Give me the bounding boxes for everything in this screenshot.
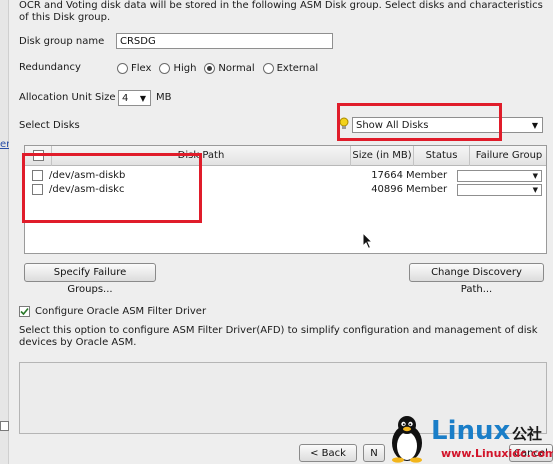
left-panel-edge <box>0 0 9 464</box>
redundancy-high-radio[interactable]: High <box>159 62 197 74</box>
radio-flex-indicator[interactable] <box>117 62 128 74</box>
select-disks-label: Select Disks <box>19 120 80 131</box>
col-size[interactable]: Size (in MB) <box>351 146 414 166</box>
radio-external-indicator[interactable] <box>262 62 274 74</box>
description-line-2: of this Disk group. <box>19 12 111 23</box>
afd-help-text: Select this option to configure ASM Filt… <box>19 325 549 349</box>
specify-failure-groups-button[interactable]: Specify Failure Groups... <box>24 263 156 295</box>
radio-high-indicator[interactable] <box>159 62 171 74</box>
left-panel-handle[interactable] <box>0 421 9 431</box>
afd-checkbox[interactable] <box>19 306 30 317</box>
redundancy-label: Redundancy <box>19 62 81 73</box>
back-button[interactable]: < Back <box>299 444 357 462</box>
watermark: Linux 公社 www.Linuxidc.com <box>381 414 553 464</box>
redundancy-high-label: High <box>173 62 197 74</box>
redundancy-external-label: External <box>276 62 319 74</box>
allocation-unit-select[interactable]: 4 ▼ <box>118 90 151 106</box>
redundancy-flex-label: Flex <box>131 62 152 74</box>
allocation-unit-value: 4 <box>122 92 129 104</box>
row-size: 40896 <box>371 184 403 195</box>
col-status[interactable]: Status <box>414 146 470 166</box>
row-failure-group-select[interactable]: ▼ <box>457 170 542 182</box>
watermark-brand: Linux <box>431 416 511 446</box>
mouse-pointer-icon <box>362 231 374 253</box>
chevron-down-icon[interactable]: ▼ <box>533 183 538 197</box>
annotation-box-disks <box>22 153 202 223</box>
afd-help-line-1: Select this option to configure ASM Filt… <box>19 325 538 336</box>
row-status: Member <box>406 170 448 181</box>
annotation-box-filter <box>337 103 502 141</box>
chevron-down-icon[interactable]: ▼ <box>533 169 538 183</box>
row-size: 17664 <box>371 170 403 181</box>
change-discovery-path-button[interactable]: Change Discovery Path... <box>409 263 544 295</box>
allocation-unit-mb: MB <box>156 92 172 103</box>
disk-group-name-input[interactable] <box>116 33 333 49</box>
tux-penguin-icon <box>392 416 422 463</box>
redundancy-flex-radio[interactable]: Flex <box>117 62 152 74</box>
chevron-down-icon[interactable]: ▼ <box>136 91 150 105</box>
watermark-cn: 公社 <box>512 425 543 443</box>
redundancy-radio-group: Flex High Normal External <box>117 61 326 75</box>
description-line-1: OCR and Voting disk data will be stored … <box>19 0 543 11</box>
disk-group-name-label: Disk group name <box>19 36 105 47</box>
row-failure-group-select[interactable]: ▼ <box>457 184 542 196</box>
left-panel-link[interactable]: er <box>0 139 9 151</box>
page-description: OCR and Voting disk data will be stored … <box>19 0 549 24</box>
allocation-unit-label: Allocation Unit Size <box>19 92 116 103</box>
afd-help-line-2: devices by Oracle ASM. <box>19 337 137 348</box>
redundancy-external-radio[interactable]: External <box>262 62 319 74</box>
watermark-url: www.Linuxidc.com <box>441 447 553 460</box>
checkmark-icon <box>20 307 29 316</box>
radio-normal-indicator[interactable] <box>204 62 216 74</box>
redundancy-normal-label: Normal <box>218 62 255 74</box>
redundancy-normal-radio[interactable]: Normal <box>204 62 255 74</box>
row-status: Member <box>406 184 448 195</box>
chevron-down-icon[interactable]: ▼ <box>528 118 542 132</box>
afd-label[interactable]: Configure Oracle ASM Filter Driver <box>35 306 206 318</box>
col-failure-group[interactable]: Failure Group <box>470 146 548 166</box>
